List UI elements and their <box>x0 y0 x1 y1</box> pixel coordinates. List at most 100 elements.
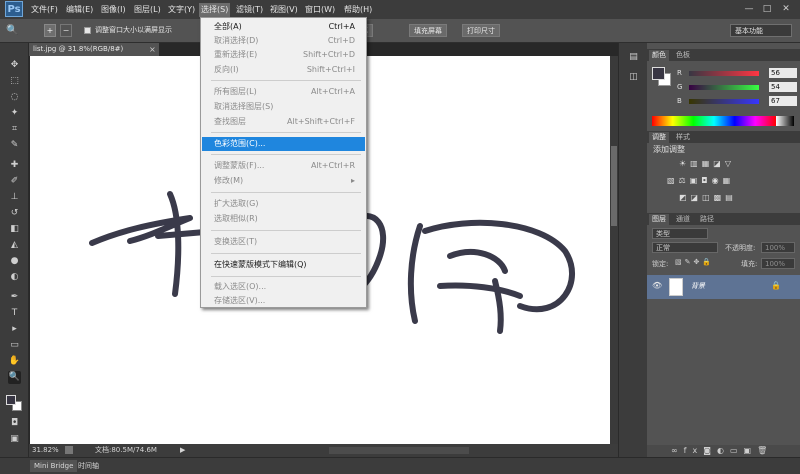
zoom-tool-icon[interactable]: 🔍 <box>8 371 21 384</box>
layer-row-background[interactable]: 👁 背景 🔒 <box>647 275 800 299</box>
menu-item-refine-mask[interactable]: 调整蒙版(F)... Alt+Ctrl+R <box>202 159 365 173</box>
document-tab[interactable]: list.jpg @ 31.8%(RGB/8#) <box>29 43 159 56</box>
menu-type[interactable]: 文字(Y) <box>168 3 195 17</box>
vertical-scrollbar[interactable] <box>610 56 618 444</box>
menu-item-deselect-layers[interactable]: 取消选择图层(S) <box>202 100 365 114</box>
tab-color[interactable]: 颜色 <box>649 50 669 61</box>
red-value-field[interactable]: 56 <box>769 68 797 78</box>
tab-styles[interactable]: 样式 <box>673 132 693 143</box>
menu-select[interactable]: 选择(S) <box>199 3 231 17</box>
menu-window[interactable]: 窗口(W) <box>305 3 335 17</box>
menu-image[interactable]: 图像(I) <box>101 3 126 17</box>
screen-mode-icon[interactable]: ▣ <box>8 433 21 446</box>
move-tool-icon[interactable]: ✥ <box>8 59 21 72</box>
adjustment-icons-row-1[interactable]: ☀▥▦◪▽ <box>679 159 769 171</box>
green-value-field[interactable]: 54 <box>769 82 797 92</box>
pen-tool-icon[interactable]: ✒ <box>8 291 21 304</box>
close-tab-icon[interactable]: × <box>149 43 159 56</box>
fill-screen-button[interactable]: 填充屏幕 <box>409 24 447 37</box>
menu-item-find-layers[interactable]: 查找图层 Alt+Shift+Ctrl+F <box>202 115 365 129</box>
eyedropper-icon[interactable]: ✎ <box>8 139 21 152</box>
tab-layers[interactable]: 图层 <box>649 214 669 225</box>
menu-item-reselect[interactable]: 重新选择(E) Shift+Ctrl+D <box>202 48 365 62</box>
menu-layer[interactable]: 图层(L) <box>134 3 161 17</box>
scroll-thumb[interactable] <box>611 146 617 226</box>
status-info-icon[interactable] <box>65 446 73 454</box>
horizontal-scrollbar[interactable] <box>329 447 469 454</box>
red-slider[interactable]: R 56 <box>651 68 797 79</box>
tab-adjustments[interactable]: 调整 <box>649 132 669 143</box>
magic-wand-icon[interactable]: ✦ <box>8 107 21 120</box>
grayscale-ramp[interactable] <box>776 116 794 126</box>
color-foreground-swatch[interactable] <box>652 67 665 80</box>
brush-tool-icon[interactable]: ✐ <box>8 175 21 188</box>
blend-mode-select[interactable]: 正常 <box>652 242 718 253</box>
green-slider[interactable]: G 54 <box>651 82 797 93</box>
menu-item-similar[interactable]: 选取相似(R) <box>202 212 365 226</box>
menu-file[interactable]: 文件(F) <box>31 3 58 17</box>
tab-paths[interactable]: 路径 <box>697 214 717 225</box>
menu-item-modify[interactable]: 修改(M) ▸ <box>202 174 365 188</box>
healing-brush-icon[interactable]: ✚ <box>8 159 21 172</box>
lock-icons[interactable]: ▧✎✥🔒 <box>675 258 714 266</box>
menu-item-inverse[interactable]: 反向(I) Shift+Ctrl+I <box>202 63 365 77</box>
green-track[interactable] <box>689 85 759 90</box>
tab-channels[interactable]: 通道 <box>673 214 693 225</box>
tab-swatches[interactable]: 色板 <box>673 50 693 61</box>
menu-item-save-selection[interactable]: 存储选区(V)... <box>202 294 365 308</box>
zoom-out-icon[interactable]: − <box>60 24 72 37</box>
menu-item-load-selection[interactable]: 载入选区(O)... <box>202 280 365 294</box>
eraser-tool-icon[interactable]: ◧ <box>8 223 21 236</box>
minimize-button[interactable]: — <box>741 2 757 16</box>
marquee-tool-icon[interactable]: ⬚ <box>8 75 21 88</box>
crop-tool-icon[interactable]: ⌗ <box>8 123 21 136</box>
foreground-color-swatch[interactable] <box>6 395 16 405</box>
tab-timeline[interactable]: 时间轴 <box>74 460 103 472</box>
close-button[interactable]: ✕ <box>778 2 794 16</box>
hand-tool-icon[interactable]: ✋ <box>8 355 21 368</box>
red-track[interactable] <box>689 71 759 76</box>
resize-window-checkbox[interactable] <box>84 27 91 34</box>
blur-tool-icon[interactable]: ● <box>8 255 21 268</box>
history-panel-icon[interactable]: ▤ <box>627 51 640 64</box>
properties-panel-icon[interactable]: ◫ <box>627 71 640 84</box>
lasso-tool-icon[interactable]: ◌ <box>8 91 21 104</box>
workspace-select[interactable]: 基本功能 <box>730 24 792 37</box>
menu-item-grow[interactable]: 扩大选取(G) <box>202 197 365 211</box>
zoom-level[interactable]: 31.82% <box>32 444 59 457</box>
menu-item-color-range[interactable]: 色彩范围(C)... <box>202 137 365 151</box>
status-menu-icon[interactable]: ▶ <box>180 444 185 457</box>
layer-visibility-eye-icon[interactable]: 👁 <box>652 281 662 290</box>
menu-help[interactable]: 帮助(H) <box>344 3 372 17</box>
dodge-tool-icon[interactable]: ◐ <box>8 271 21 284</box>
quick-mask-icon[interactable]: ◘ <box>8 417 21 430</box>
menu-view[interactable]: 视图(V) <box>270 3 298 17</box>
blue-slider[interactable]: B 67 <box>651 96 797 107</box>
tab-mini-bridge[interactable]: Mini Bridge <box>30 460 78 472</box>
menu-item-deselect[interactable]: 取消选择(D) Ctrl+D <box>202 34 365 48</box>
layer-name[interactable]: 背景 <box>691 281 705 291</box>
blue-value-field[interactable]: 67 <box>769 96 797 106</box>
print-size-button[interactable]: 打印尺寸 <box>462 24 500 37</box>
menu-item-quick-mask[interactable]: 在快速蒙版模式下编辑(Q) <box>202 258 365 272</box>
rectangle-tool-icon[interactable]: ▭ <box>8 339 21 352</box>
history-brush-icon[interactable]: ↺ <box>8 207 21 220</box>
adjustment-icons-row-2[interactable]: ▧⚖▣◘◉▦ <box>667 176 782 188</box>
layers-footer-buttons[interactable]: ∞fx◙◐▭▣🗑 <box>647 445 800 457</box>
paint-bucket-icon[interactable]: ◭ <box>8 239 21 252</box>
fill-field[interactable]: 100% <box>761 258 795 269</box>
menu-item-select-all[interactable]: 全部(A) Ctrl+A <box>202 20 365 34</box>
layer-filter-select[interactable]: 类型 <box>652 228 708 239</box>
clone-stamp-icon[interactable]: ⊥ <box>8 191 21 204</box>
zoom-in-icon[interactable]: + <box>44 24 56 37</box>
opacity-field[interactable]: 100% <box>761 242 795 253</box>
color-spectrum-ramp[interactable] <box>652 116 776 126</box>
path-selection-icon[interactable]: ▸ <box>8 323 21 336</box>
menu-filter[interactable]: 滤镜(T) <box>236 3 263 17</box>
zoom-tool-icon[interactable]: 🔍 <box>6 24 24 37</box>
maximize-button[interactable]: □ <box>759 2 775 16</box>
type-tool-icon[interactable]: T <box>8 307 21 320</box>
menu-item-all-layers[interactable]: 所有图层(L) Alt+Ctrl+A <box>202 85 365 99</box>
menu-item-transform-selection[interactable]: 变换选区(T) <box>202 235 365 249</box>
menu-edit[interactable]: 编辑(E) <box>66 3 93 17</box>
